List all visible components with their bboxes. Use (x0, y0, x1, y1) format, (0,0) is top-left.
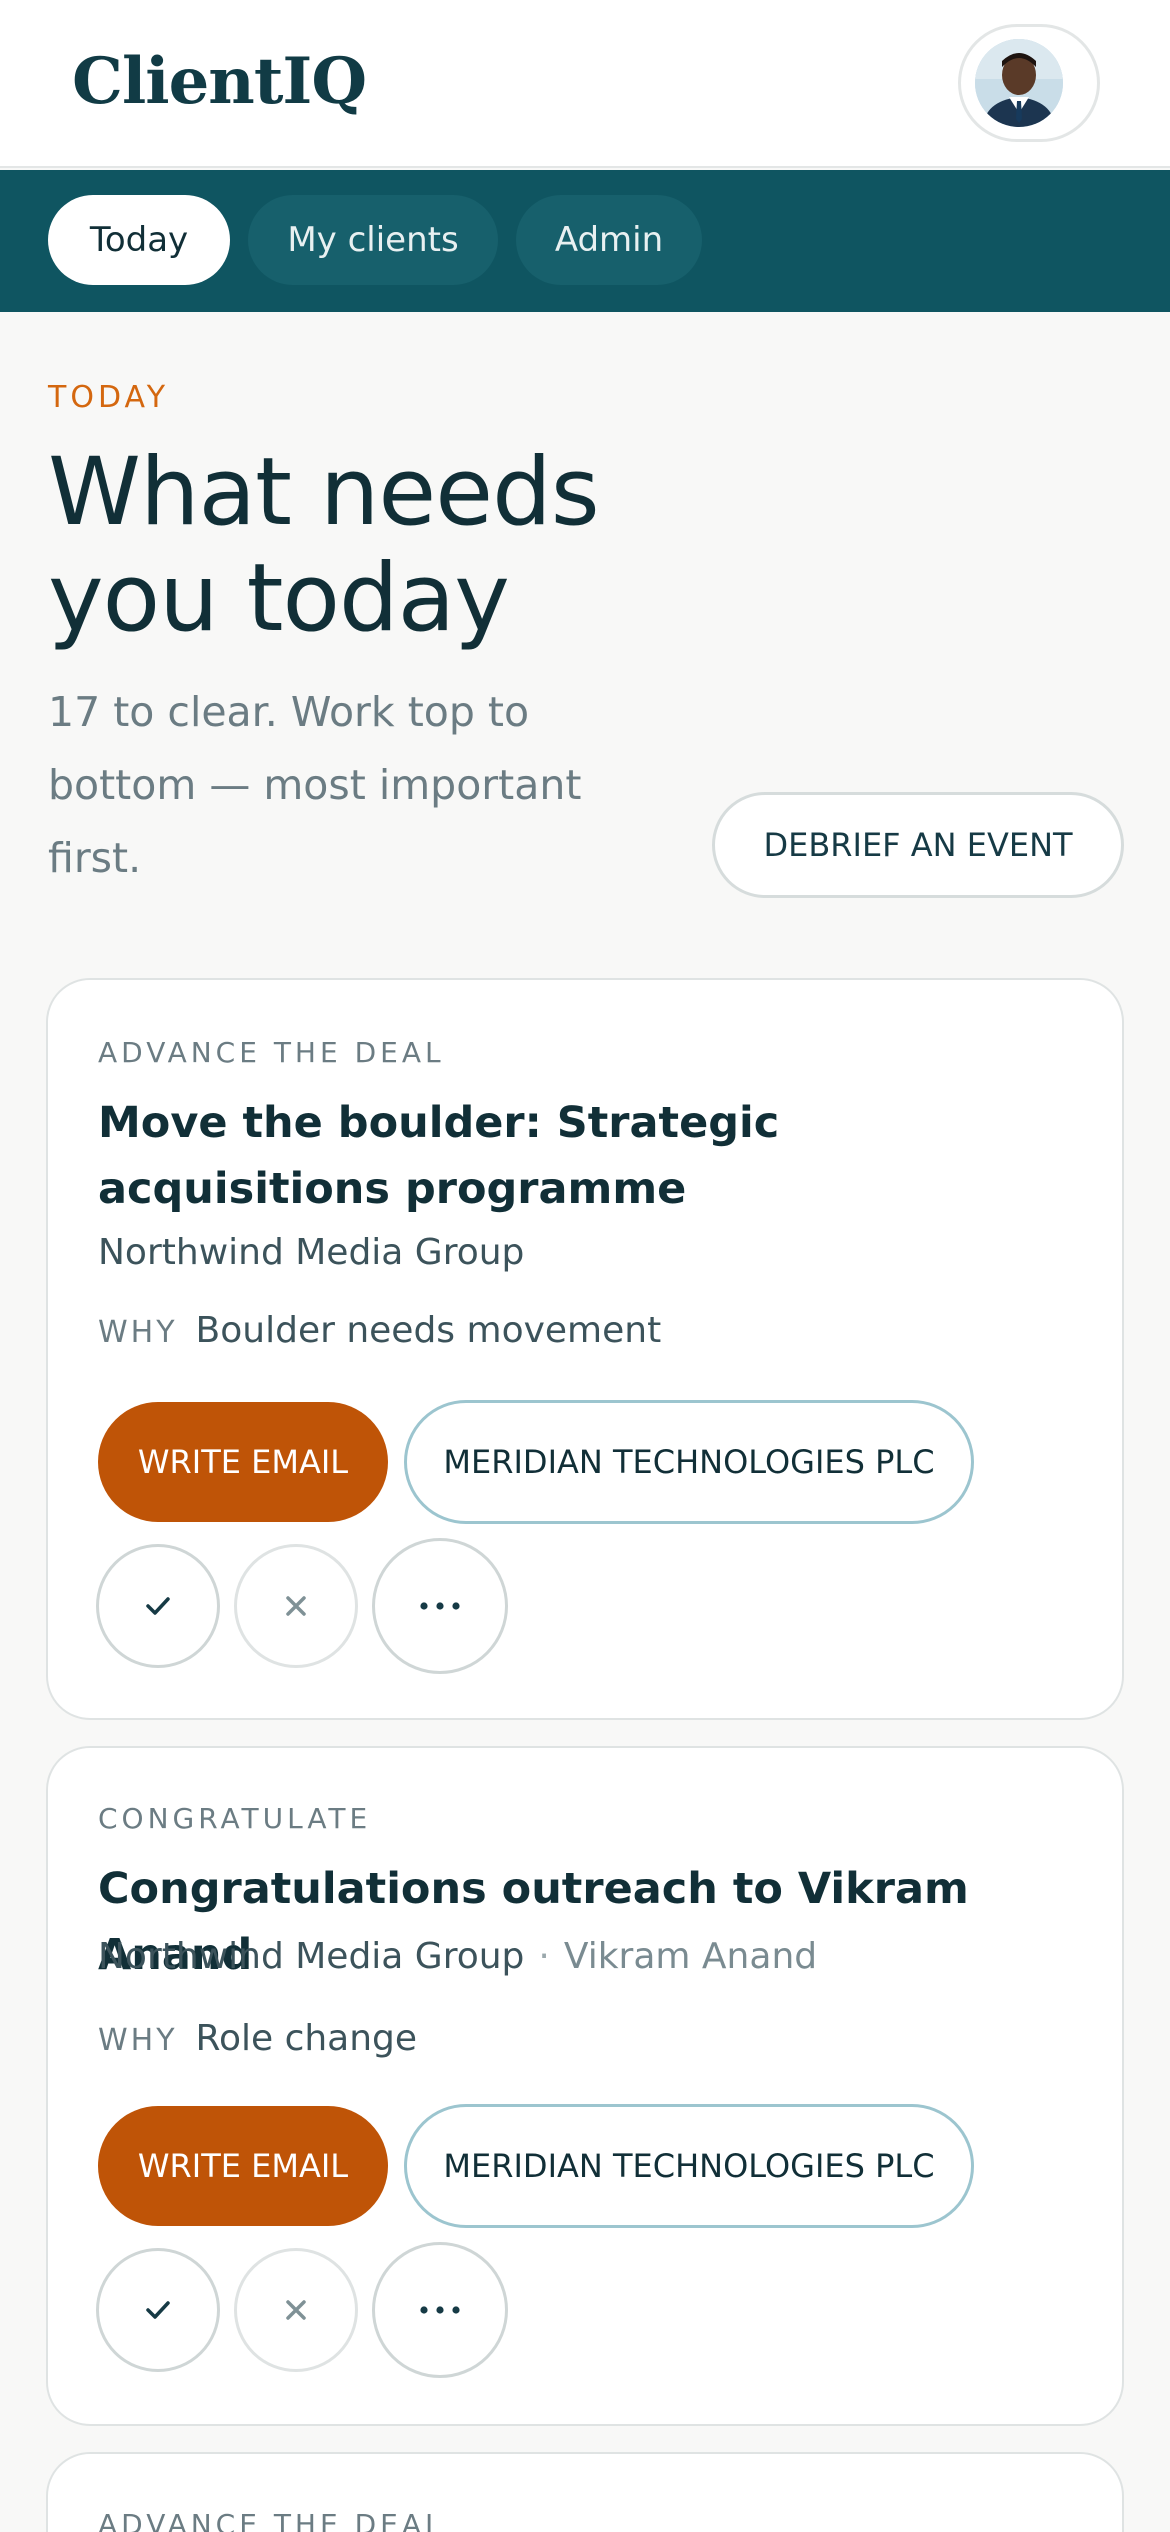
dismiss-button[interactable] (234, 2248, 358, 2372)
client-name[interactable]: Northwind Media Group (98, 1232, 524, 1273)
main-nav: Today My clients Admin (0, 170, 1170, 312)
card-client: Northwind Media Group (98, 1232, 524, 1273)
dismiss-button[interactable] (234, 1544, 358, 1668)
task-card: CONGRATULATE Congratulations outreach to… (46, 1746, 1124, 2426)
card-category: ADVANCE THE DEAL (98, 2508, 445, 2532)
task-card: ADVANCE THE DEAL Move the boulder: Strat… (46, 978, 1124, 1720)
tab-today[interactable]: Today (48, 195, 230, 285)
card-client: Northwind Media Group · Vikram Anand (98, 1936, 817, 1977)
check-icon (146, 1597, 170, 1615)
tab-admin[interactable]: Admin (516, 195, 702, 285)
company-button[interactable]: MERIDIAN TECHNOLOGIES PLC (404, 1400, 974, 1524)
card-reason: WHY Boulder needs movement (98, 1310, 661, 1351)
why-text: Boulder needs movement (195, 1310, 662, 1351)
profile-button[interactable] (958, 24, 1100, 142)
card-reason: WHY Role change (98, 2018, 417, 2059)
complete-button[interactable] (96, 1544, 220, 1668)
user-avatar-icon (975, 39, 1063, 127)
company-button[interactable]: MERIDIAN TECHNOLOGIES PLC (404, 2104, 974, 2228)
card-category: ADVANCE THE DEAL (98, 1036, 445, 1069)
more-icon (420, 1602, 460, 1610)
section-eyebrow: TODAY (48, 380, 170, 415)
contact-name[interactable]: Vikram Anand (564, 1936, 817, 1977)
avatar (975, 39, 1063, 127)
complete-button[interactable] (96, 2248, 220, 2372)
client-name[interactable]: Northwind Media Group (98, 1936, 524, 1977)
check-icon (146, 2301, 170, 2319)
write-email-button[interactable]: WRITE EMAIL (98, 1402, 388, 1522)
why-text: Role change (195, 2018, 418, 2059)
tab-my-clients[interactable]: My clients (248, 195, 498, 285)
separator-dot: · (538, 1936, 550, 1977)
more-options-button[interactable] (372, 2242, 508, 2378)
close-icon (286, 1596, 306, 1616)
debrief-event-button[interactable]: DEBRIEF AN EVENT (712, 792, 1124, 898)
page-subtitle: 17 to clear. Work top to bottom — most i… (48, 688, 582, 882)
why-label: WHY (98, 1315, 178, 1350)
task-card: ADVANCE THE DEAL (46, 2452, 1124, 2532)
card-category: CONGRATULATE (98, 1802, 372, 1835)
page-title: What needs you today (48, 438, 600, 653)
card-title[interactable]: Move the boulder: Strategic acquisitions… (98, 1090, 1078, 1222)
why-label: WHY (98, 2023, 178, 2058)
app-header: ClientIQ (0, 0, 1170, 168)
more-icon (420, 2306, 460, 2314)
write-email-button[interactable]: WRITE EMAIL (98, 2106, 388, 2226)
app-logo[interactable]: ClientIQ (72, 44, 367, 119)
close-icon (286, 2300, 306, 2320)
more-options-button[interactable] (372, 1538, 508, 1674)
